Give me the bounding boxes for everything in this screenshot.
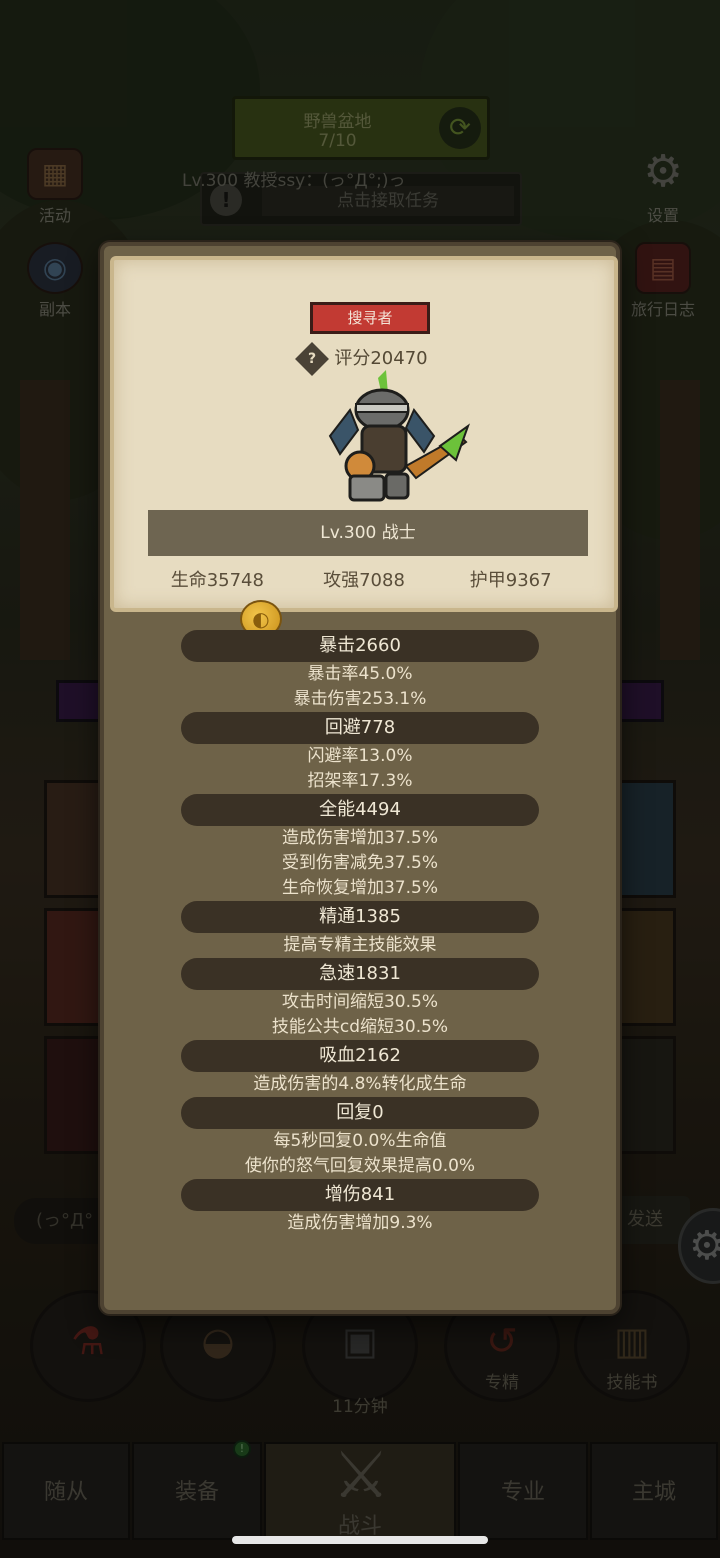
base-stats-row: 生命35748 攻强7088 护甲9367 — [144, 566, 584, 592]
attribute-header: 吸血2162 — [181, 1040, 539, 1072]
attribute-detail: 造成伤害增加37.5% — [281, 828, 438, 848]
attribute-detail: 攻击时间缩短30.5% — [281, 992, 438, 1012]
hp-stat: 生命35748 — [170, 570, 264, 591]
score-value: 评分20470 — [334, 348, 428, 369]
attribute-group: 增伤841 造成伤害增加9.3% — [104, 1179, 616, 1236]
attribute-group: 暴击2660 暴击率45.0% 暴击伤害253.1% — [104, 630, 616, 712]
attribute-detail: 招架率17.3% — [307, 771, 413, 791]
armor-stat: 护甲9367 — [469, 570, 552, 591]
attribute-detail: 受到伤害减免37.5% — [281, 853, 438, 873]
attribute-detail: 技能公共cd缩短30.5% — [271, 1017, 449, 1037]
attribute-group: 回复0 每5秒回复0.0%生命值 使你的怒气回复效果提高0.0% — [104, 1097, 616, 1179]
score-row: ? 评分20470 — [114, 342, 614, 376]
attribute-header: 回避778 — [181, 712, 539, 744]
attribute-header: 精通1385 — [181, 901, 539, 933]
attribute-detail: 暴击伤害253.1% — [293, 689, 427, 709]
attribute-detail: 每5秒回复0.0%生命值 — [273, 1131, 447, 1151]
attribute-detail: 暴击率45.0% — [307, 664, 413, 684]
attribute-detail: 闪避率13.0% — [307, 746, 413, 766]
attribute-group: 急速1831 攻击时间缩短30.5% 技能公共cd缩短30.5% — [104, 958, 616, 1040]
attribute-detail: 造成伤害增加9.3% — [287, 1213, 433, 1233]
attribute-detail: 使你的怒气回复效果提高0.0% — [244, 1156, 476, 1176]
attribute-detail: 生命恢复增加37.5% — [281, 878, 438, 898]
attribute-header: 增伤841 — [181, 1179, 539, 1211]
attribute-header: 暴击2660 — [181, 630, 539, 662]
attribute-group: 吸血2162 造成伤害的4.8%转化成生命 — [104, 1040, 616, 1097]
home-indicator[interactable] — [232, 1536, 488, 1544]
attribute-header: 急速1831 — [181, 958, 539, 990]
attribute-detail: 造成伤害的4.8%转化成生命 — [253, 1074, 467, 1094]
character-stats-panel: 搜寻者 ? 评分20470 Lv.300 战士 生命35748 攻强7088 护甲… — [100, 242, 620, 1314]
attribute-header: 回复0 — [181, 1097, 539, 1129]
attack-power-stat: 攻强7088 — [323, 570, 405, 591]
attribute-header: 全能4494 — [181, 794, 539, 826]
attribute-group: 精通1385 提高专精主技能效果 — [104, 901, 616, 958]
character-card: 搜寻者 ? 评分20470 Lv.300 战士 生命35748 攻强7088 护甲… — [110, 256, 618, 612]
attribute-list: 暴击2660 暴击率45.0% 暴击伤害253.1% 回避778 闪避率13.0… — [104, 630, 616, 1236]
attribute-detail: 提高专精主技能效果 — [283, 935, 437, 955]
warrior-portrait — [328, 370, 470, 502]
attribute-group: 全能4494 造成伤害增加37.5% 受到伤害减免37.5% 生命恢复增加37.… — [104, 794, 616, 901]
level-class-bar: Lv.300 战士 — [148, 510, 588, 556]
rank-badge: 搜寻者 — [310, 302, 430, 334]
attribute-group: 回避778 闪避率13.0% 招架率17.3% — [104, 712, 616, 794]
